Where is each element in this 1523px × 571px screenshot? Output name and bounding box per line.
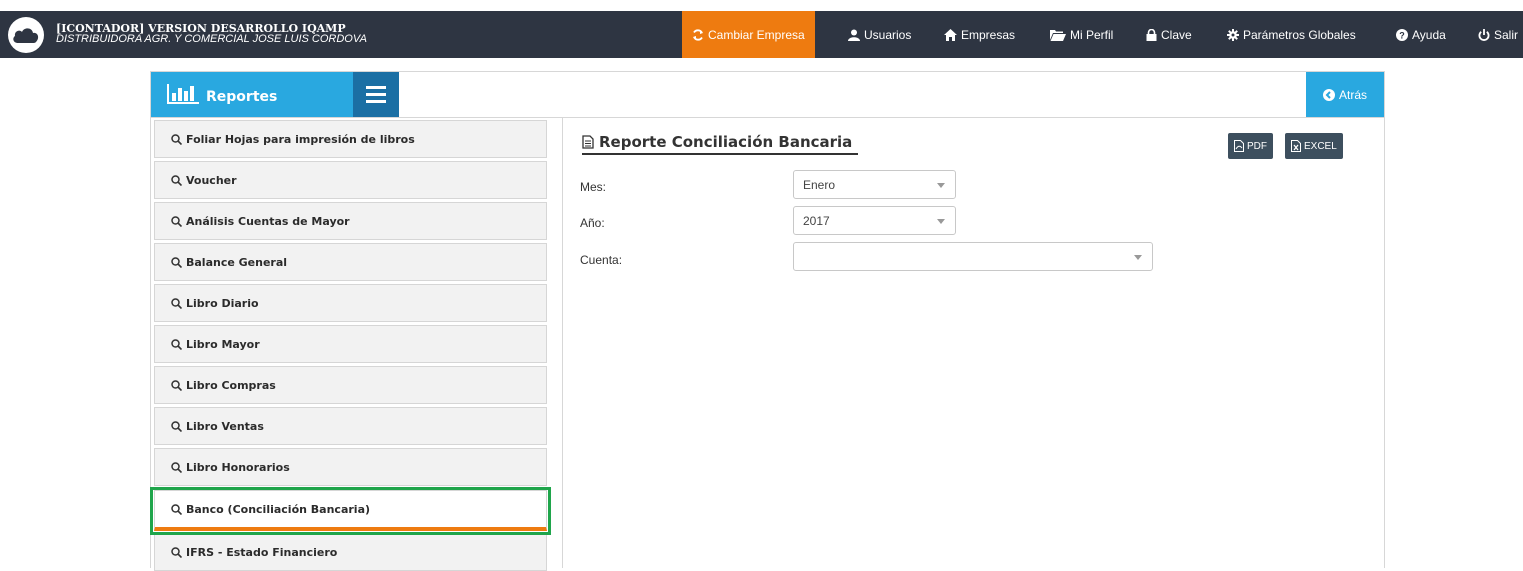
sidebar-item-label: Libro Ventas bbox=[186, 419, 264, 433]
power-icon bbox=[1478, 28, 1490, 41]
sidebar-item-balance-general[interactable]: Balance General bbox=[154, 243, 547, 281]
excel-label: EXCEL bbox=[1304, 140, 1337, 152]
nav-empresas[interactable]: Empresas bbox=[944, 11, 1015, 58]
reports-header-block: Reportes bbox=[151, 72, 399, 117]
reports-panel-header: Reportes Atrás bbox=[150, 71, 1385, 118]
nav-clave[interactable]: Clave bbox=[1146, 11, 1192, 58]
search-icon bbox=[171, 215, 182, 227]
sidebar-item-label: Foliar Hojas para impresión de libros bbox=[186, 132, 415, 146]
gear-icon bbox=[1227, 28, 1239, 41]
sidebar-item-ifrs[interactable]: IFRS - Estado Financiero bbox=[154, 533, 547, 571]
reports-sidebar: Foliar Hojas para impresión de libros Vo… bbox=[150, 118, 563, 571]
nav-cambiar-empresa[interactable]: Cambiar Empresa bbox=[682, 11, 815, 58]
nav-ayuda-label: Ayuda bbox=[1412, 27, 1446, 42]
brand: [ICONTADOR] VERSION DESARROLLO IQAMP DIS… bbox=[56, 23, 367, 45]
sidebar-item-libro-compras[interactable]: Libro Compras bbox=[154, 366, 547, 404]
sidebar-item-label: Libro Compras bbox=[186, 378, 276, 392]
nav-cambiar-empresa-label: Cambiar Empresa bbox=[708, 27, 805, 42]
bar-chart-icon bbox=[167, 84, 199, 104]
folder-open-icon bbox=[1050, 29, 1066, 41]
mes-select-value: Enero bbox=[803, 177, 836, 192]
lock-icon bbox=[1146, 28, 1157, 41]
search-icon bbox=[171, 174, 182, 186]
sidebar-item-libro-ventas[interactable]: Libro Ventas bbox=[154, 407, 547, 445]
sidebar-item-label: Libro Honorarios bbox=[186, 460, 290, 474]
sidebar-item-label: Libro Mayor bbox=[186, 337, 260, 351]
sidebar-item-label: Análisis Cuentas de Mayor bbox=[186, 214, 350, 228]
sidebar-item-libro-mayor[interactable]: Libro Mayor bbox=[154, 325, 547, 363]
report-title-text: Reporte Conciliación Bancaria bbox=[599, 133, 853, 151]
nav-ayuda[interactable]: ? Ayuda bbox=[1396, 11, 1446, 58]
top-navbar: [ICONTADOR] VERSION DESARROLLO IQAMP DIS… bbox=[0, 11, 1523, 58]
sidebar-item-voucher[interactable]: Voucher bbox=[154, 161, 547, 199]
document-icon bbox=[582, 135, 594, 149]
sidebar-item-libro-honorarios[interactable]: Libro Honorarios bbox=[154, 448, 547, 486]
nav-salir-label: Salir bbox=[1494, 27, 1519, 42]
sidebar-item-label: IFRS - Estado Financiero bbox=[186, 545, 338, 559]
nav-empresas-label: Empresas bbox=[961, 27, 1016, 42]
sidebar-item-banco[interactable]: Banco (Conciliación Bancaria) bbox=[154, 490, 547, 531]
pdf-label: PDF bbox=[1247, 140, 1267, 152]
search-icon bbox=[171, 503, 182, 515]
user-icon bbox=[848, 29, 860, 41]
sidebar-item-label: Balance General bbox=[186, 255, 288, 269]
sidebar-item-libro-diario[interactable]: Libro Diario bbox=[154, 284, 547, 322]
refresh-icon bbox=[693, 28, 703, 41]
nav-parametros-globales[interactable]: Parámetros Globales bbox=[1227, 11, 1356, 58]
help-icon: ? bbox=[1396, 28, 1408, 41]
nav-mi-perfil[interactable]: Mi Perfil bbox=[1050, 11, 1113, 58]
cuenta-select[interactable] bbox=[793, 242, 1153, 271]
chevron-down-icon bbox=[937, 219, 945, 224]
pdf-file-icon bbox=[1234, 140, 1244, 152]
panel-title: Reportes bbox=[206, 89, 278, 105]
back-label: Atrás bbox=[1338, 87, 1367, 102]
cloud-logo-icon bbox=[8, 17, 44, 53]
mes-label: Mes: bbox=[580, 180, 607, 194]
company-name: DISTRIBUIDORA AGR. Y COMERCIAL JOSE LUIS… bbox=[56, 33, 367, 45]
sidebar-item-label: Voucher bbox=[186, 173, 237, 187]
excel-button[interactable]: EXCEL bbox=[1285, 133, 1343, 159]
mes-select[interactable]: Enero bbox=[793, 170, 956, 199]
search-icon bbox=[171, 256, 182, 268]
search-icon bbox=[171, 461, 182, 473]
search-icon bbox=[171, 379, 182, 391]
nav-usuarios[interactable]: Usuarios bbox=[848, 11, 911, 58]
chevron-down-icon bbox=[937, 183, 945, 188]
pdf-button[interactable]: PDF bbox=[1228, 133, 1273, 159]
home-icon bbox=[944, 28, 957, 41]
search-icon bbox=[171, 546, 182, 558]
svg-text:?: ? bbox=[1399, 30, 1405, 40]
sidebar-item-label: Banco (Conciliación Bancaria) bbox=[186, 502, 371, 516]
cuenta-label: Cuenta: bbox=[580, 253, 623, 267]
back-button[interactable]: Atrás bbox=[1306, 72, 1384, 117]
anio-label: Año: bbox=[580, 216, 605, 230]
nav-mi-perfil-label: Mi Perfil bbox=[1070, 27, 1114, 42]
anio-select[interactable]: 2017 bbox=[793, 206, 956, 235]
nav-parametros-label: Parámetros Globales bbox=[1243, 27, 1356, 42]
sidebar-item-label: Libro Diario bbox=[186, 296, 259, 310]
chevron-down-icon bbox=[1134, 255, 1142, 260]
search-icon bbox=[171, 338, 182, 350]
hamburger-menu-button[interactable] bbox=[353, 72, 399, 117]
search-icon bbox=[171, 297, 182, 309]
sidebar-item-foliar[interactable]: Foliar Hojas para impresión de libros bbox=[154, 120, 547, 158]
anio-select-value: 2017 bbox=[803, 213, 830, 228]
report-content: Reporte Conciliación Bancaria PDF EXCEL … bbox=[563, 118, 1385, 568]
excel-file-icon bbox=[1291, 140, 1301, 152]
nav-salir[interactable]: Salir bbox=[1478, 11, 1518, 58]
nav-clave-label: Clave bbox=[1161, 27, 1192, 42]
nav-usuarios-label: Usuarios bbox=[864, 27, 912, 42]
search-icon bbox=[171, 133, 182, 145]
sidebar-item-analisis-cuentas[interactable]: Análisis Cuentas de Mayor bbox=[154, 202, 547, 240]
report-title: Reporte Conciliación Bancaria bbox=[582, 133, 859, 155]
arrow-left-circle-icon bbox=[1322, 88, 1335, 101]
search-icon bbox=[171, 420, 182, 432]
